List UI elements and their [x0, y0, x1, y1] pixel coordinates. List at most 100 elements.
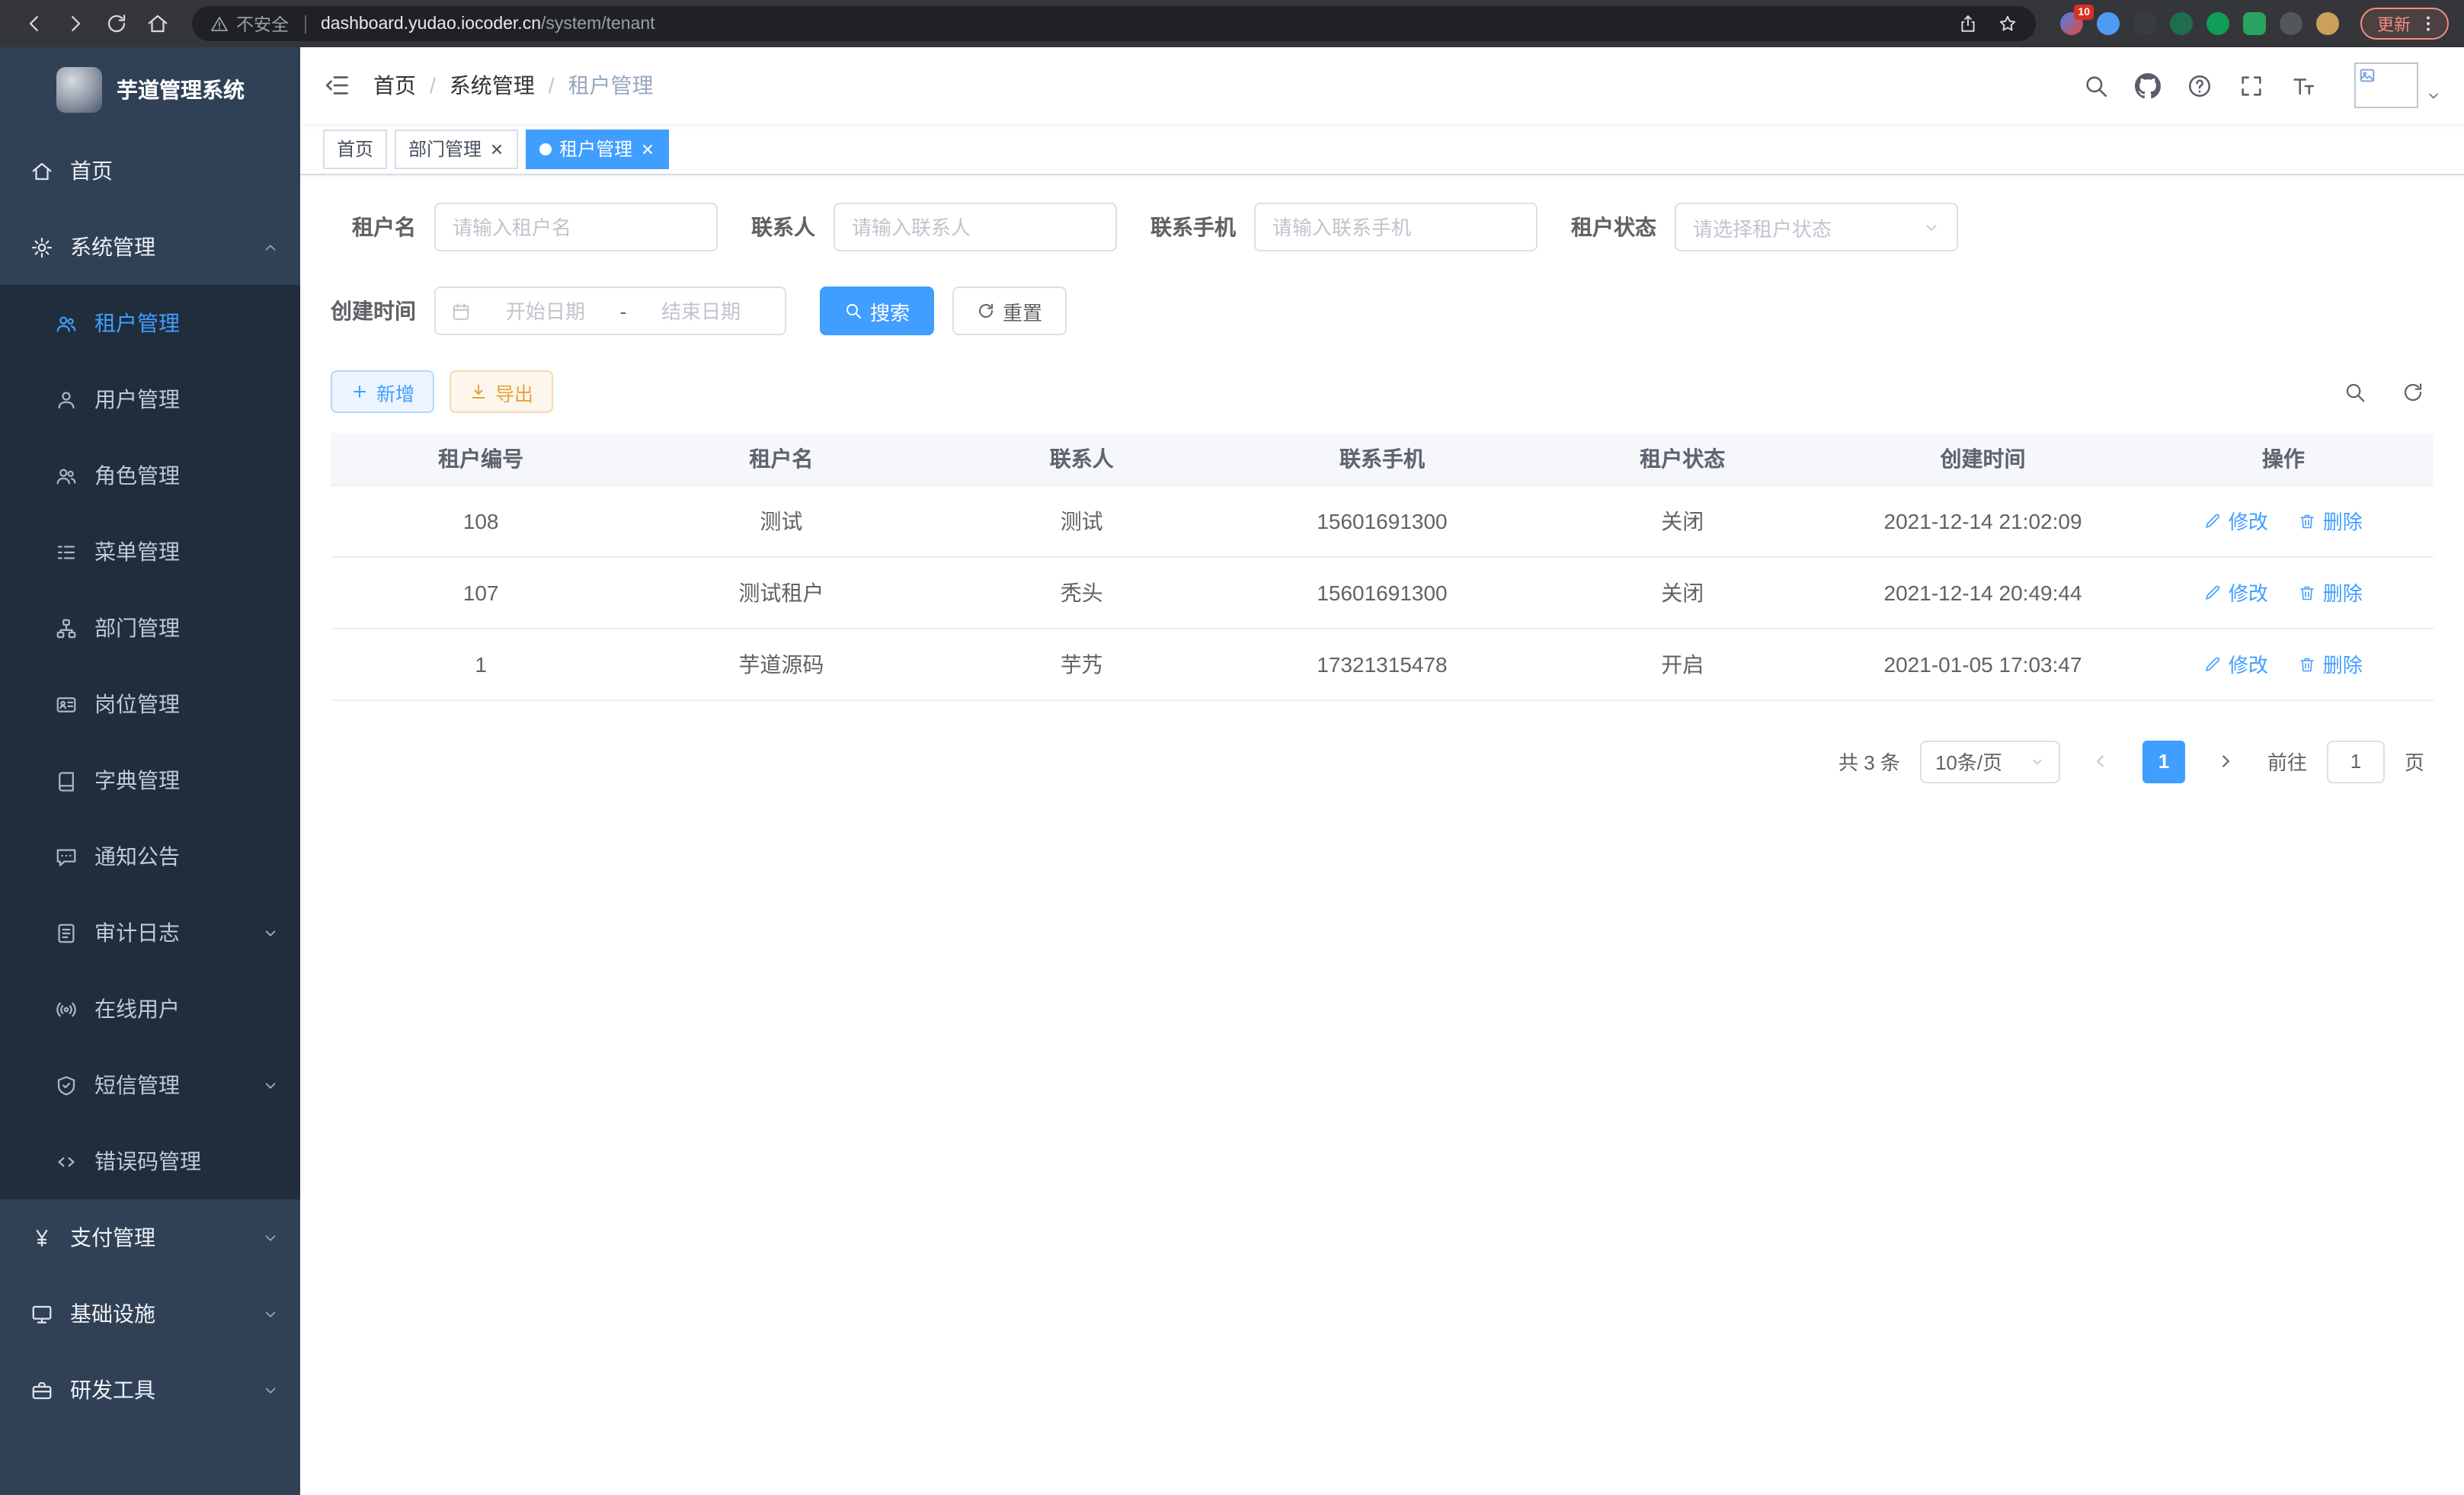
sidebar-item-pay[interactable]: 支付管理	[0, 1199, 300, 1276]
extension-icon[interactable]	[2243, 12, 2266, 35]
contact-input[interactable]	[834, 203, 1117, 251]
chevron-down-icon	[2030, 754, 2045, 769]
browser-menu-icon[interactable]	[2418, 14, 2438, 34]
tab-dept[interactable]: 部门管理	[395, 129, 518, 168]
sidebar-item-infra[interactable]: 基础设施	[0, 1276, 300, 1352]
sidebar-item-errcode[interactable]: 错误码管理	[0, 1123, 300, 1199]
delete-link[interactable]: 删除	[2299, 649, 2363, 678]
cell-status: 开启	[1532, 628, 1832, 699]
status-label: 租户状态	[1571, 212, 1656, 242]
calendar-icon	[451, 301, 471, 321]
extension-icon[interactable]: 10	[2060, 12, 2083, 35]
avatar	[2354, 62, 2418, 108]
search-button[interactable]: 搜索	[820, 287, 934, 335]
breadcrumb-home[interactable]: 首页	[373, 70, 416, 101]
chevron-down-icon	[1923, 219, 1940, 235]
header-search-icon[interactable]	[2083, 72, 2109, 98]
user-avatar-menu[interactable]	[2354, 62, 2441, 108]
column-tenant-name: 租户名	[631, 433, 931, 485]
cell-tenant-id: 1	[331, 628, 631, 699]
sidebar-item-post[interactable]: 岗位管理	[0, 666, 300, 742]
reset-button[interactable]: 重置	[952, 287, 1067, 335]
edit-link[interactable]: 修改	[2204, 649, 2268, 678]
extension-icon[interactable]	[2097, 12, 2120, 35]
breadcrumb-separator: /	[430, 73, 436, 98]
browser-back-button[interactable]	[15, 5, 53, 43]
extension-icon[interactable]	[2280, 12, 2302, 35]
tab-label: 部门管理	[408, 136, 482, 162]
sidebar-item-role[interactable]: 角色管理	[0, 437, 300, 514]
export-button[interactable]: 导出	[450, 370, 553, 413]
cell-created-at: 2021-12-14 20:49:44	[1832, 556, 2133, 628]
breadcrumb-system[interactable]: 系统管理	[450, 70, 535, 101]
close-icon[interactable]	[640, 141, 655, 156]
fullscreen-icon[interactable]	[2238, 72, 2264, 98]
logo[interactable]: 芋道管理系统	[0, 47, 300, 133]
tab-home[interactable]: 首页	[323, 129, 387, 168]
start-date-input[interactable]	[477, 299, 614, 322]
page-number-button[interactable]: 1	[2142, 740, 2185, 783]
sidebar-item-notice[interactable]: 通知公告	[0, 818, 300, 895]
sidebar-item-tenant[interactable]: 租户管理	[0, 285, 300, 361]
cell-actions: 修改 删除	[2133, 628, 2434, 699]
sidebar-item-dept[interactable]: 部门管理	[0, 590, 300, 666]
cell-created-at: 2021-12-14 21:02:09	[1832, 485, 2133, 556]
prev-page-button[interactable]	[2080, 740, 2123, 783]
document-icon	[55, 921, 78, 944]
column-actions: 操作	[2133, 433, 2434, 485]
address-bar[interactable]: 不安全 dashboard.yudao.iocoder.cn/system/te…	[192, 6, 2036, 41]
logo-title: 芋道管理系统	[117, 75, 245, 105]
sidebar-item-online[interactable]: 在线用户	[0, 971, 300, 1047]
tenant-status-select[interactable]: 请选择租户状态	[1675, 203, 1958, 251]
sidebar-item-home[interactable]: 首页	[0, 133, 300, 209]
add-button[interactable]: 新增	[331, 370, 434, 413]
hamburger-icon[interactable]	[323, 72, 350, 99]
chat-bubble-icon	[55, 845, 78, 868]
browser-home-button[interactable]	[139, 5, 177, 43]
browser-update-button[interactable]: 更新	[2360, 8, 2449, 40]
goto-page-input[interactable]	[2327, 740, 2385, 783]
sidebar-item-user[interactable]: 用户管理	[0, 361, 300, 437]
extension-icon[interactable]	[2133, 12, 2156, 35]
breadcrumb-separator: /	[549, 73, 555, 98]
extension-icon[interactable]	[2316, 12, 2339, 35]
end-date-input[interactable]	[632, 299, 770, 322]
chevron-right-icon	[2216, 751, 2236, 771]
toggle-search-icon[interactable]	[2344, 380, 2366, 403]
edit-link[interactable]: 修改	[2204, 506, 2268, 535]
extension-icon[interactable]	[2206, 12, 2229, 35]
close-icon[interactable]	[489, 141, 504, 156]
delete-link[interactable]: 删除	[2299, 578, 2363, 607]
table-row: 108 测试 测试 15601691300 关闭 2021-12-14 21:0…	[331, 485, 2434, 556]
phone-input[interactable]	[1254, 203, 1538, 251]
breadcrumb: 首页 / 系统管理 / 租户管理	[373, 70, 654, 101]
sidebar-item-audit[interactable]: 审计日志	[0, 895, 300, 971]
cell-phone: 15601691300	[1232, 485, 1532, 556]
next-page-button[interactable]	[2205, 740, 2248, 783]
delete-link[interactable]: 删除	[2299, 506, 2363, 535]
sidebar-item-sms[interactable]: 短信管理	[0, 1047, 300, 1123]
status-placeholder: 请选择租户状态	[1693, 213, 1832, 242]
security-warning[interactable]: 不安全	[210, 11, 289, 36]
sidebar-item-devtools[interactable]: 研发工具	[0, 1352, 300, 1428]
extension-icon[interactable]	[2170, 12, 2193, 35]
caret-down-icon	[2426, 88, 2441, 104]
user-icon	[55, 388, 78, 411]
cell-phone: 15601691300	[1232, 556, 1532, 628]
font-size-icon[interactable]	[2290, 72, 2316, 98]
tab-tenant[interactable]: 租户管理	[526, 129, 669, 168]
bookmark-star-icon[interactable]	[1998, 14, 2018, 34]
sidebar-item-dict[interactable]: 字典管理	[0, 742, 300, 818]
browser-forward-button[interactable]	[56, 5, 94, 43]
browser-reload-button[interactable]	[98, 5, 136, 43]
create-time-range-picker[interactable]: -	[434, 287, 786, 335]
tenant-name-input[interactable]	[434, 203, 718, 251]
edit-link[interactable]: 修改	[2204, 578, 2268, 607]
github-icon[interactable]	[2135, 72, 2161, 98]
sidebar-item-menu[interactable]: 菜单管理	[0, 514, 300, 590]
page-size-select[interactable]: 10条/页	[1920, 740, 2060, 783]
sidebar-item-system[interactable]: 系统管理	[0, 209, 300, 285]
share-icon[interactable]	[1958, 14, 1978, 34]
help-icon[interactable]	[2187, 72, 2213, 98]
refresh-table-icon[interactable]	[2402, 380, 2424, 403]
